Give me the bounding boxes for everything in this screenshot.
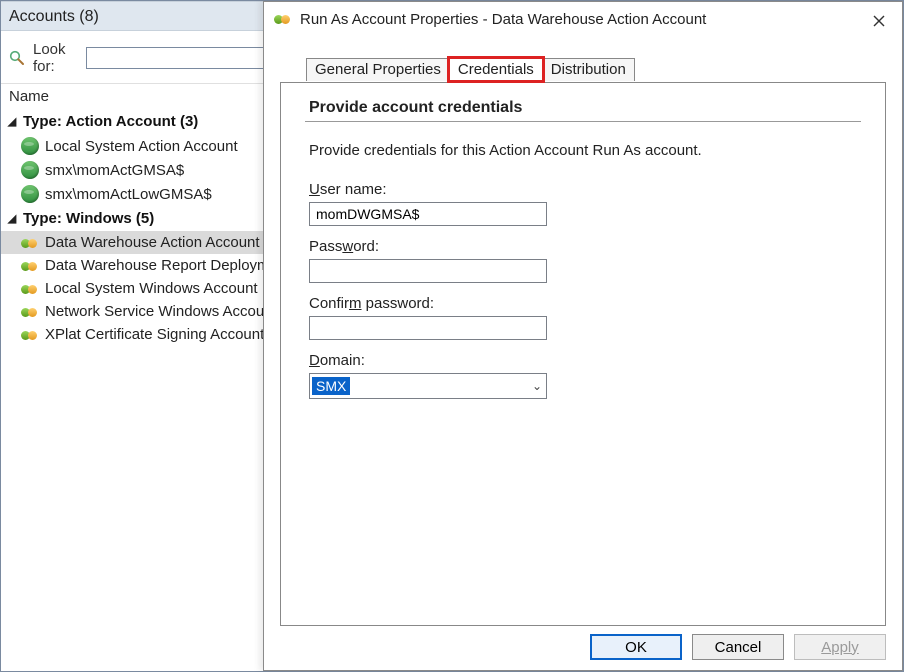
group-label: Type: Action Account (3): [23, 113, 198, 130]
dialog-title: Run As Account Properties - Data Warehou…: [300, 11, 706, 28]
credentials-panel: Provide account credentials Provide cred…: [280, 82, 886, 626]
runas-icon: [21, 304, 39, 320]
list-item[interactable]: Data Warehouse Action Account: [1, 231, 285, 254]
runas-icon: [21, 258, 39, 274]
accounts-pane: Accounts (8) Look for: Name ◢ Type: Acti…: [1, 1, 285, 671]
list-item[interactable]: Local System Action Account: [1, 134, 285, 158]
confirm-password-label: Confirm password:: [309, 295, 857, 312]
password-label: Password:: [309, 238, 857, 255]
list-item-label: Network Service Windows Accou: [45, 303, 264, 320]
runas-icon: [21, 281, 39, 297]
globe-icon: [21, 161, 39, 179]
lookfor-row: Look for:: [1, 31, 285, 84]
list-item[interactable]: smx\momActGMSA$: [1, 158, 285, 182]
chevron-down-icon: ⌄: [532, 379, 542, 393]
password-input[interactable]: [309, 259, 547, 283]
close-button[interactable]: [866, 8, 892, 34]
username-input[interactable]: [309, 202, 547, 226]
divider: [305, 121, 861, 122]
search-icon: [9, 50, 25, 66]
panel-description: Provide credentials for this Action Acco…: [309, 142, 861, 159]
column-header-name[interactable]: Name: [1, 84, 285, 109]
tabstrip: General Properties Credentials Distribut…: [306, 58, 634, 81]
dialog-titlebar[interactable]: Run As Account Properties - Data Warehou…: [264, 2, 902, 36]
tab-general-properties[interactable]: General Properties: [306, 58, 450, 81]
list-item-label: Data Warehouse Report Deploym: [45, 257, 270, 274]
confirm-password-input[interactable]: [309, 316, 547, 340]
expand-icon: ◢: [5, 212, 19, 225]
domain-selected-value: SMX: [312, 377, 350, 395]
list-item-label: XPlat Certificate Signing Account: [45, 326, 264, 343]
globe-icon: [21, 185, 39, 203]
group-action-account[interactable]: ◢ Type: Action Account (3): [1, 109, 285, 134]
expand-icon: ◢: [5, 115, 19, 128]
close-icon: [873, 15, 885, 27]
list-item-label: Local System Action Account: [45, 138, 238, 155]
cancel-button[interactable]: Cancel: [692, 634, 784, 660]
group-label: Type: Windows (5): [23, 210, 154, 227]
panel-heading: Provide account credentials: [305, 99, 861, 117]
lookfor-label: Look for:: [33, 41, 78, 75]
list-item[interactable]: Network Service Windows Accou: [1, 300, 285, 323]
list-item-label: smx\momActLowGMSA$: [45, 186, 212, 203]
runas-properties-dialog: Run As Account Properties - Data Warehou…: [263, 1, 903, 671]
lookfor-input[interactable]: [86, 47, 277, 69]
apply-button: Apply: [794, 634, 886, 660]
runas-icon: [21, 235, 39, 251]
ok-button[interactable]: OK: [590, 634, 682, 660]
runas-icon: [274, 11, 292, 27]
list-item[interactable]: XPlat Certificate Signing Account: [1, 323, 285, 346]
domain-select[interactable]: SMX ⌄: [309, 373, 547, 399]
list-item-label: smx\momActGMSA$: [45, 162, 184, 179]
accounts-pane-header: Accounts (8): [1, 1, 285, 31]
domain-label: Domain:: [309, 352, 857, 369]
runas-icon: [21, 327, 39, 343]
list-item-label: Data Warehouse Action Account: [45, 234, 260, 251]
dialog-button-bar: OK Cancel Apply: [590, 634, 886, 660]
globe-icon: [21, 137, 39, 155]
list-item-label: Local System Windows Account: [45, 280, 258, 297]
username-label: User name:: [309, 181, 857, 198]
list-item[interactable]: Local System Windows Account: [1, 277, 285, 300]
tab-distribution[interactable]: Distribution: [542, 58, 635, 81]
list-item[interactable]: Data Warehouse Report Deploym: [1, 254, 285, 277]
tab-credentials[interactable]: Credentials: [449, 58, 543, 81]
group-windows[interactable]: ◢ Type: Windows (5): [1, 206, 285, 231]
list-item[interactable]: smx\momActLowGMSA$: [1, 182, 285, 206]
